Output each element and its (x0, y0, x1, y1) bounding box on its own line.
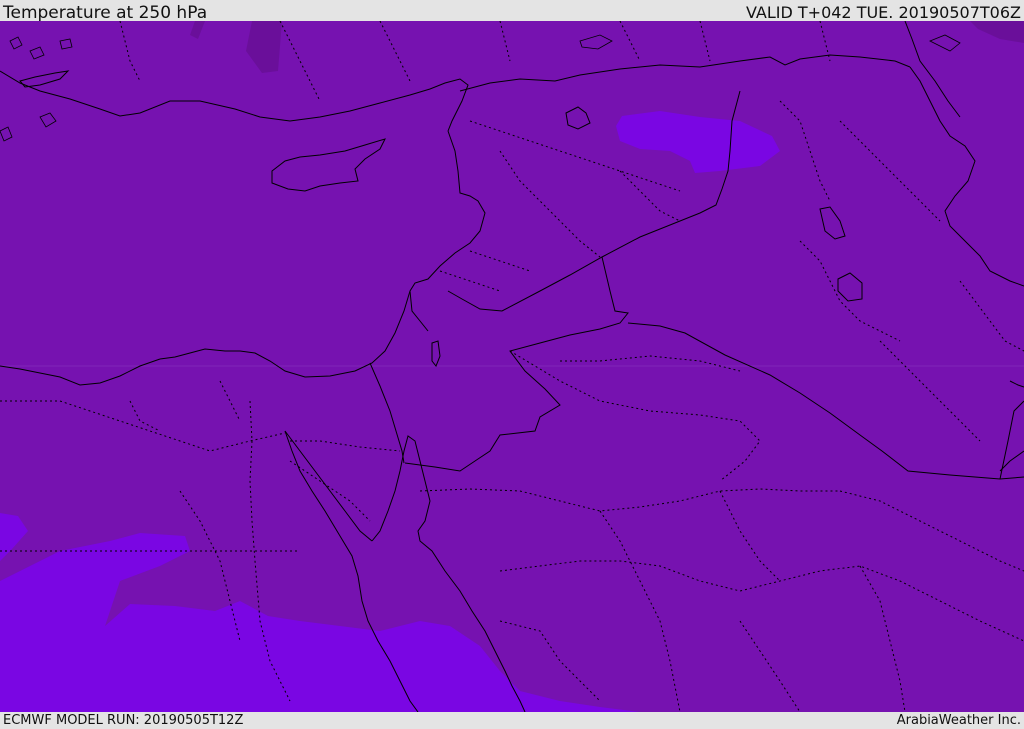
map-footer: ECMWF MODEL RUN: 20190505T12Z ArabiaWeat… (0, 712, 1024, 729)
valid-time-label: VALID T+042 TUE. 20190507T06Z (745, 3, 1021, 22)
map-canvas (0, 21, 1024, 712)
map-header: Temperature at 250 hPa VALID T+042 TUE. … (0, 0, 1024, 23)
weather-map[interactable] (0, 21, 1024, 712)
model-run-label: ECMWF MODEL RUN: 20190505T12Z (3, 713, 244, 728)
map-title: Temperature at 250 hPa (3, 3, 208, 23)
credit-label: ArabiaWeather Inc. (896, 713, 1021, 728)
